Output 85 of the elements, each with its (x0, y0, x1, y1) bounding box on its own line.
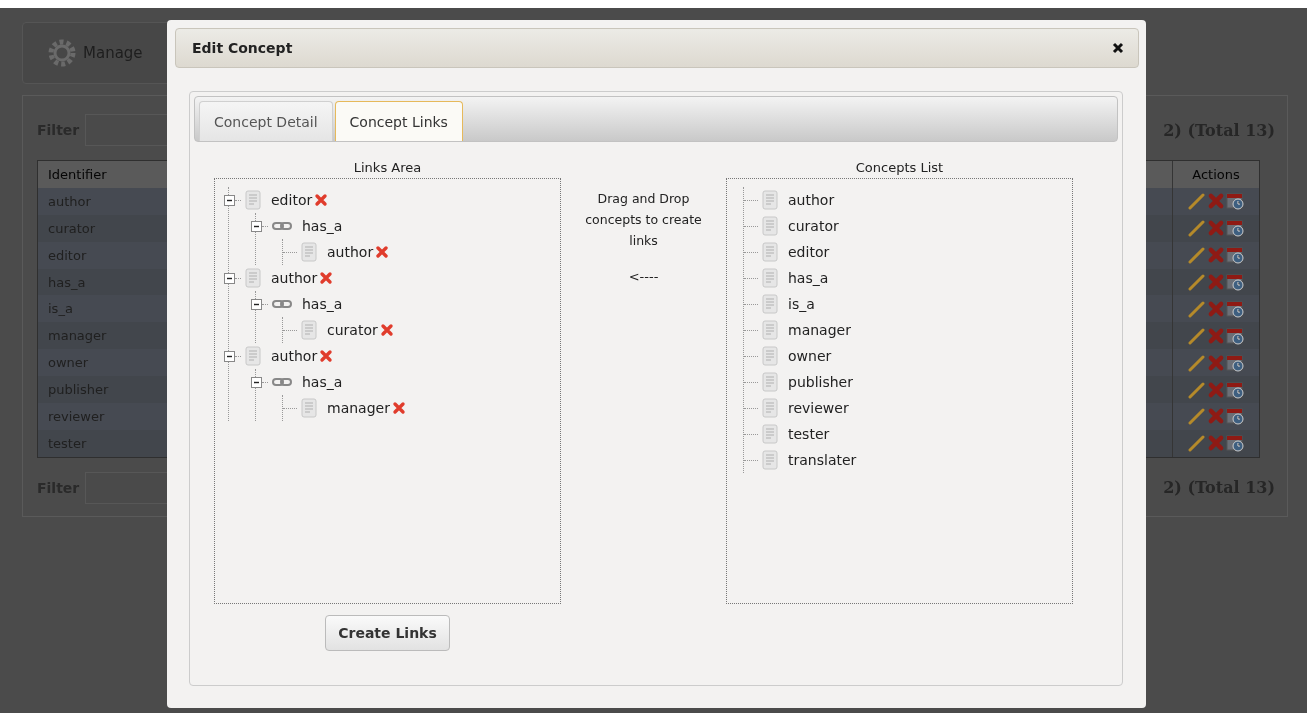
concept-item[interactable]: has_a (788, 270, 829, 286)
concept-item[interactable]: tester (788, 426, 830, 442)
document-icon (762, 190, 778, 210)
calendar-clock-icon[interactable] (1226, 353, 1244, 372)
pencil-icon[interactable] (1188, 434, 1206, 453)
gear-icon (47, 38, 77, 68)
concept-item[interactable]: curator (788, 218, 839, 234)
chain-link-icon (272, 298, 292, 310)
tab[interactable]: Concept Detail (199, 101, 333, 141)
document-icon (762, 450, 778, 470)
concept-item[interactable]: publisher (788, 374, 853, 390)
calendar-clock-icon[interactable] (1226, 299, 1244, 318)
tree-node[interactable]: author (271, 348, 318, 364)
calendar-clock-icon[interactable] (1226, 407, 1244, 426)
pencil-icon[interactable] (1188, 299, 1206, 318)
tree-node[interactable]: has_a (302, 374, 343, 390)
concept-item[interactable]: editor (788, 244, 830, 260)
document-icon (301, 242, 317, 262)
delete-icon[interactable] (379, 323, 394, 337)
tree-node[interactable]: has_a (302, 296, 343, 312)
pencil-icon[interactable] (1188, 219, 1206, 238)
document-icon (762, 216, 778, 236)
dialog-title: Edit Concept (192, 40, 293, 56)
document-icon (762, 398, 778, 418)
pencil-icon[interactable] (1188, 273, 1206, 291)
tree-node[interactable]: manager (327, 400, 390, 416)
collapse-icon[interactable] (224, 272, 235, 284)
collapse-icon[interactable] (251, 298, 262, 310)
tree-node[interactable]: has_a (302, 218, 343, 234)
concept-item[interactable]: manager (788, 322, 851, 338)
collapse-icon[interactable] (224, 194, 235, 206)
document-icon (245, 346, 261, 366)
delete-icon[interactable] (319, 349, 334, 363)
calendar-clock-icon[interactable] (1226, 434, 1244, 453)
arrow-text: <---- (628, 269, 659, 284)
calendar-clock-icon[interactable] (1226, 192, 1244, 211)
delete-icon[interactable] (319, 271, 334, 285)
document-icon (301, 398, 317, 418)
calendar-clock-icon[interactable] (1226, 380, 1244, 399)
create-links-button[interactable]: Create Links (325, 615, 450, 651)
pencil-icon[interactable] (1188, 246, 1206, 265)
calendar-clock-icon[interactable] (1226, 273, 1244, 291)
calendar-clock-icon[interactable] (1226, 326, 1244, 345)
concept-item[interactable]: owner (788, 348, 832, 364)
pencil-icon[interactable] (1188, 326, 1206, 345)
tree-node[interactable]: curator (327, 322, 378, 338)
section-title: Links Area (353, 160, 422, 177)
pencil-icon[interactable] (1188, 380, 1206, 399)
document-icon (762, 346, 778, 366)
column-header: Actions (1192, 166, 1240, 182)
tree-node[interactable]: editor (271, 192, 313, 208)
tree-node[interactable]: author (271, 270, 318, 286)
document-icon (762, 242, 778, 262)
document-icon (762, 372, 778, 392)
instruction-text: Drag and Drop concepts to create links (584, 190, 703, 250)
calendar-clock-icon[interactable] (1226, 246, 1244, 265)
delete-icon[interactable] (314, 193, 329, 207)
pencil-icon[interactable] (1188, 353, 1206, 372)
document-icon (301, 320, 317, 340)
collapse-icon[interactable] (251, 220, 262, 232)
column-header: Identifier (48, 166, 107, 182)
document-icon (245, 190, 261, 210)
concept-item[interactable]: is_a (788, 296, 815, 312)
chain-link-icon (272, 220, 292, 232)
collapse-icon[interactable] (224, 350, 235, 362)
document-icon (762, 320, 778, 340)
close-button[interactable] (1110, 40, 1126, 56)
pencil-icon[interactable] (1188, 192, 1206, 211)
delete-icon[interactable] (375, 245, 390, 259)
chain-link-icon (272, 376, 292, 388)
document-icon (762, 268, 778, 288)
calendar-clock-icon[interactable] (1226, 219, 1244, 238)
document-icon (245, 268, 261, 288)
tree-node[interactable]: author (327, 244, 374, 260)
concept-item[interactable]: translater (788, 452, 857, 468)
concept-item[interactable]: author (788, 192, 835, 208)
document-icon (762, 424, 778, 444)
concept-item[interactable]: reviewer (788, 400, 849, 416)
document-icon (762, 294, 778, 314)
tab[interactable]: Concept Links (334, 101, 463, 141)
collapse-icon[interactable] (251, 376, 262, 388)
close-icon (1112, 42, 1124, 54)
pencil-icon[interactable] (1188, 407, 1206, 426)
section-title: Concepts List (855, 160, 944, 177)
delete-icon[interactable] (391, 401, 406, 415)
